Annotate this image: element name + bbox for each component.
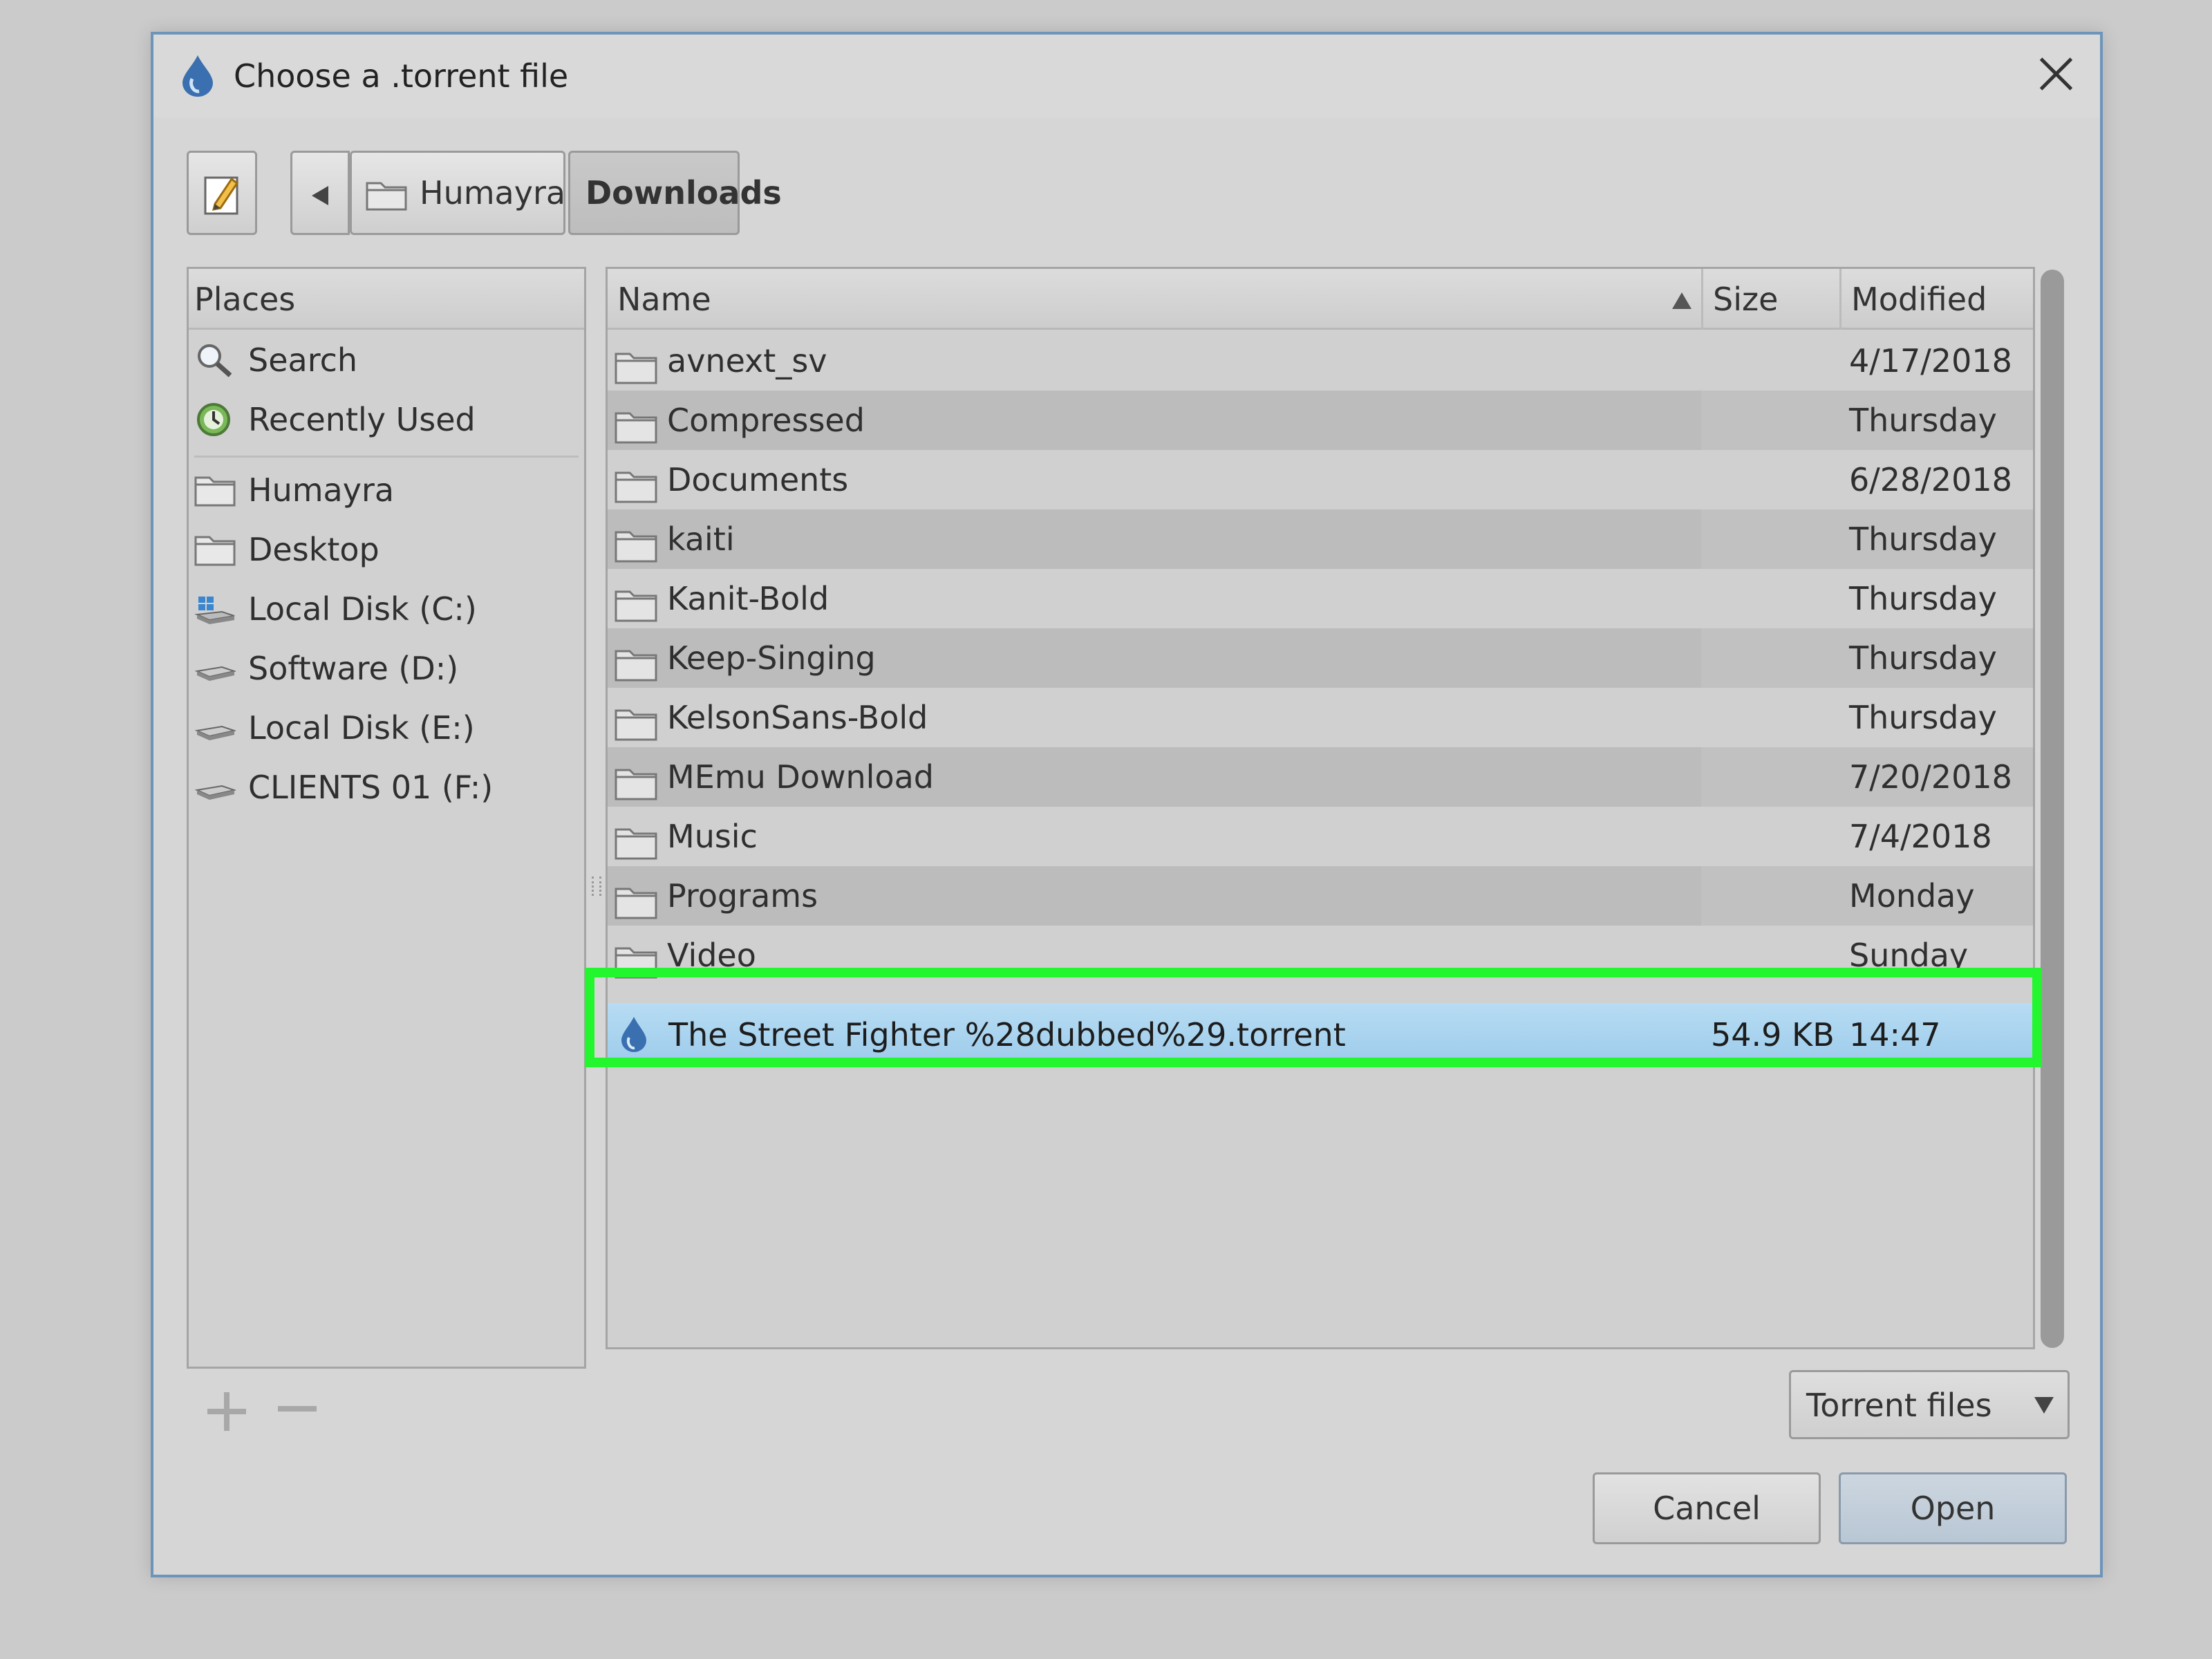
breadcrumb-downloads[interactable]: Downloads [568, 151, 782, 235]
file-row[interactable]: Video Sunday [608, 926, 2033, 985]
file-size: 54.9 KB [1711, 1016, 1835, 1053]
sort-ascending-icon [1672, 292, 1691, 309]
name-cell [608, 509, 1701, 569]
file-row[interactable]: avnext_sv 4/17/2018 [608, 331, 2033, 391]
places-sidebar: Places Search Recently Used Humayra Desk… [187, 267, 586, 1369]
drive-icon [194, 725, 236, 740]
file-name: avnext_sv [667, 342, 827, 379]
dialog-title: Choose a .torrent file [234, 57, 569, 95]
file-row[interactable]: Kanit-Bold Thursday [608, 569, 2033, 628]
file-name: Music [667, 818, 758, 855]
file-row[interactable]: Compressed Thursday [608, 391, 2033, 450]
file-modified: Monday [1849, 877, 1975, 915]
place-local-disk-c[interactable]: Local Disk (C:) [189, 580, 584, 638]
file-name: kaiti [667, 521, 735, 558]
file-list-scrollbar[interactable] [2041, 270, 2064, 1348]
file-modified: Thursday [1849, 639, 1997, 677]
file-modified: Thursday [1849, 402, 1997, 439]
file-type-filter[interactable]: Torrent files [1789, 1370, 2070, 1439]
path-back-button[interactable] [290, 151, 350, 235]
place-humayra[interactable]: Humayra [189, 461, 584, 519]
breadcrumb-humayra[interactable]: Humayra [350, 151, 565, 235]
place-search[interactable]: Search [189, 331, 584, 389]
place-software-d[interactable]: Software (D:) [189, 639, 584, 697]
open-button[interactable]: Open [1839, 1472, 2067, 1544]
column-modified[interactable]: Modified [1839, 269, 1987, 330]
drive-icon [194, 666, 236, 681]
place-label: CLIENTS 01 (F:) [248, 769, 494, 806]
file-row[interactable]: kaiti Thursday [608, 509, 2033, 569]
file-modified: Thursday [1849, 580, 1997, 617]
title-bar: Choose a .torrent file [153, 35, 2100, 118]
folder-icon [194, 476, 236, 507]
filter-value: Torrent files [1806, 1387, 1992, 1424]
selected-file-row[interactable]: The Street Fighter %28dubbed%29.torrent … [608, 1003, 2033, 1067]
place-label: Local Disk (C:) [248, 590, 477, 628]
places-divider [194, 456, 579, 458]
file-name: Compressed [667, 402, 865, 439]
file-name: Documents [667, 461, 849, 498]
file-row[interactable]: Keep-Singing Thursday [608, 628, 2033, 688]
place-label: Recently Used [248, 401, 476, 438]
place-label: Local Disk (E:) [248, 709, 475, 747]
place-label: Software (D:) [248, 650, 459, 687]
system-drive-icon [194, 597, 235, 624]
file-row[interactable]: Music 7/4/2018 [608, 807, 2033, 866]
close-button[interactable] [2035, 53, 2077, 94]
file-row[interactable]: MEmu Download 7/20/2018 [608, 747, 2033, 807]
type-location-button[interactable] [187, 151, 257, 235]
place-desktop[interactable]: Desktop [189, 521, 584, 579]
file-row[interactable]: Programs Monday [608, 866, 2033, 926]
file-list: Name Size Modified avnext_sv 4/17/2018 Com… [606, 267, 2035, 1349]
places-header: Places [189, 269, 584, 330]
dropdown-arrow-icon [2034, 1397, 2054, 1414]
scrollbar-thumb[interactable] [2041, 270, 2064, 1348]
add-bookmark-button[interactable] [207, 1392, 246, 1431]
recent-icon [197, 403, 230, 436]
file-modified: 6/28/2018 [1849, 461, 2012, 498]
file-name: KelsonSans-Bold [667, 699, 928, 736]
folder-icon [366, 182, 407, 211]
name-cell [608, 807, 1701, 866]
file-modified: 7/4/2018 [1849, 818, 1992, 855]
file-modified: Thursday [1849, 521, 1997, 558]
file-row[interactable]: KelsonSans-Bold Thursday [608, 688, 2033, 747]
place-label: Desktop [248, 531, 379, 568]
file-name: MEmu Download [667, 758, 934, 796]
place-clients-f[interactable]: CLIENTS 01 (F:) [189, 758, 584, 816]
place-local-disk-e[interactable]: Local Disk (E:) [189, 699, 584, 757]
file-name: Kanit-Bold [667, 580, 830, 617]
file-modified: 7/20/2018 [1849, 758, 2012, 796]
place-label: Humayra [248, 471, 395, 509]
file-name: Programs [667, 877, 818, 915]
folder-icon [194, 536, 236, 566]
file-name: Keep-Singing [667, 639, 876, 677]
remove-bookmark-button[interactable] [278, 1406, 317, 1412]
file-modified: 14:47 [1849, 1016, 1941, 1053]
torrent-file-icon [621, 1017, 646, 1052]
drive-icon [194, 785, 236, 800]
pane-resize-handle[interactable] [592, 877, 601, 896]
file-name: Video [667, 937, 756, 974]
column-size[interactable]: Size [1701, 269, 1778, 330]
file-row[interactable]: Documents 6/28/2018 [608, 450, 2033, 509]
place-label: Search [248, 341, 358, 379]
search-icon [198, 344, 232, 377]
file-modified: Thursday [1849, 699, 1997, 736]
file-modified: Sunday [1849, 937, 1969, 974]
breadcrumb-label: Humayra [420, 174, 566, 212]
name-cell [608, 926, 1701, 985]
folder-icon [615, 938, 657, 997]
torrent-drop-icon [182, 55, 213, 97]
edit-icon [204, 176, 239, 215]
file-modified: 4/17/2018 [1849, 342, 2012, 379]
file-name: The Street Fighter %28dubbed%29.torrent [668, 1016, 1346, 1053]
cancel-button[interactable]: Cancel [1593, 1472, 1821, 1544]
file-chooser-dialog: Choose a .torrent file Humayra Downloads… [151, 32, 2103, 1577]
place-recently-used[interactable]: Recently Used [189, 391, 584, 449]
column-name[interactable]: Name [617, 269, 711, 330]
file-list-header: Name Size Modified [608, 269, 2033, 330]
